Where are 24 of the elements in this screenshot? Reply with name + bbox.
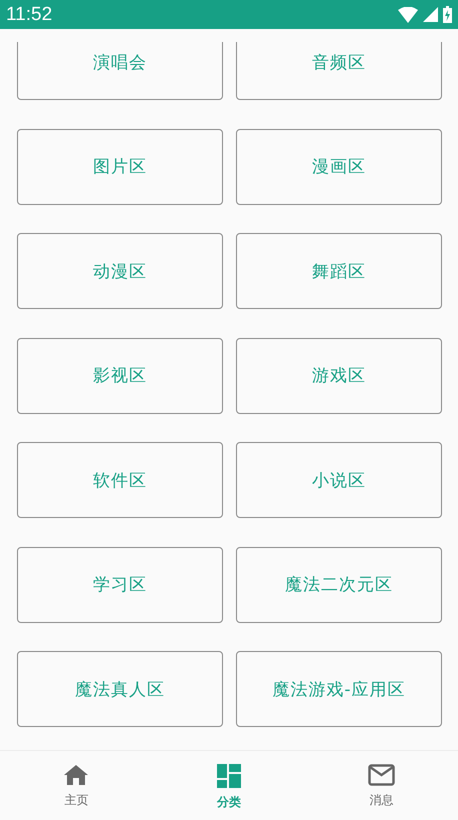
nav-tab[interactable]: 分类 <box>152 751 306 820</box>
home-icon <box>63 764 90 786</box>
category-button[interactable]: 魔法二次元区 <box>236 546 442 622</box>
nav-tab[interactable]: 主页 <box>0 751 153 820</box>
category-button[interactable]: 舞蹈区 <box>236 233 442 309</box>
category-button[interactable]: 小说区 <box>236 442 442 518</box>
signal-icon <box>423 7 438 22</box>
category-button[interactable]: 影视区 <box>17 338 223 414</box>
status-time: 11:52 <box>6 4 52 26</box>
mail-icon <box>368 764 396 786</box>
category-button[interactable]: 学习区 <box>17 546 223 622</box>
category-button[interactable]: 动漫区 <box>17 233 223 309</box>
category-button[interactable]: 演唱会 <box>17 42 223 100</box>
category-button[interactable]: 软件区 <box>17 442 223 518</box>
category-button[interactable]: 魔法真人区 <box>17 651 223 727</box>
category-button[interactable]: 游戏区 <box>236 338 442 414</box>
nav-tab[interactable]: 消息 <box>305 751 458 820</box>
battery-icon <box>443 6 452 23</box>
dashboard-icon <box>217 764 241 788</box>
wifi-icon <box>398 6 418 22</box>
category-button[interactable]: 音频区 <box>236 42 442 100</box>
category-button[interactable]: 图片区 <box>17 128 223 204</box>
category-button[interactable]: 漫画区 <box>236 128 442 204</box>
category-button[interactable]: 魔法游戏-应用区 <box>236 651 442 727</box>
